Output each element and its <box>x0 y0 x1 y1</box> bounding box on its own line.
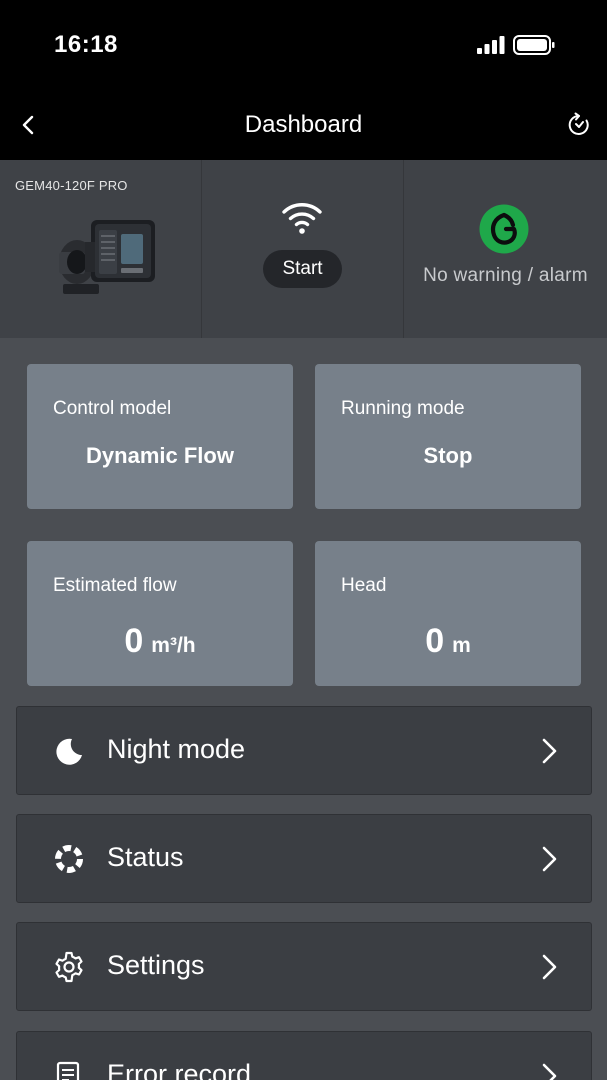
alarm-cell[interactable]: No warning / alarm <box>404 160 607 338</box>
start-button[interactable]: Start <box>263 250 342 288</box>
menu-item-night-mode[interactable]: Night mode <box>16 706 592 795</box>
head-card: Head 0m <box>315 541 581 686</box>
refresh-icon[interactable] <box>566 112 592 138</box>
chevron-right-icon <box>542 1063 557 1080</box>
head-reading: 0m <box>315 622 581 661</box>
menu-label-night-mode: Night mode <box>107 734 246 764</box>
chevron-right-icon <box>542 954 557 980</box>
nav-bar: Dashboard <box>0 90 607 160</box>
running-mode-label: Running mode <box>341 398 465 419</box>
menu-label-error-record: Error record <box>107 1059 252 1080</box>
status-ring-icon <box>55 845 83 873</box>
document-icon <box>56 1061 80 1080</box>
running-mode-value: Stop <box>423 443 473 468</box>
gear-icon <box>55 951 83 983</box>
control-model-card[interactable]: Control model Dynamic Flow <box>27 364 293 509</box>
device-model: GEM40-120F PRO <box>15 178 128 193</box>
control-model-label: Control model <box>53 398 172 419</box>
estimated-flow-unit: m³/h <box>151 634 196 657</box>
estimated-flow-value: 0 <box>124 622 144 660</box>
wifi-icon <box>282 203 322 234</box>
chevron-right-icon <box>542 738 557 764</box>
estimated-flow-card: Estimated flow 0 m³/h <box>27 541 293 686</box>
device-cell[interactable]: GEM40-120F PRO <box>0 160 202 338</box>
menu-item-settings[interactable]: Settings <box>16 922 592 1011</box>
connection-cell: Start <box>202 160 404 338</box>
head-unit: m <box>452 634 471 657</box>
alarm-status-text: No warning / alarm <box>423 265 588 286</box>
menu-label-settings: Settings <box>107 950 205 980</box>
running-mode-card[interactable]: Running mode Stop <box>315 364 581 509</box>
chevron-right-icon <box>542 846 557 872</box>
page-title: Dashboard <box>244 111 363 138</box>
menu-item-status[interactable]: Status <box>16 814 592 903</box>
status-time: 16:18 <box>54 31 118 58</box>
status-bar: 16:18 <box>0 0 607 90</box>
menu-item-error-record[interactable]: Error record <box>16 1031 592 1080</box>
control-model-value: Dynamic Flow <box>86 443 234 468</box>
estimated-flow-reading: 0 m³/h <box>27 622 293 661</box>
device-summary: GEM40-120F PRO Start No warning / alarm <box>0 160 607 338</box>
estimated-flow-label: Estimated flow <box>53 575 177 596</box>
pump-image <box>59 220 155 294</box>
battery-icon <box>513 35 555 55</box>
alarm-ok-icon <box>479 204 529 254</box>
head-label: Head <box>341 575 387 596</box>
menu-label-status: Status <box>107 842 184 872</box>
moon-icon <box>56 738 82 765</box>
cellular-signal-icon <box>477 36 505 54</box>
head-value: 0 <box>425 622 445 660</box>
